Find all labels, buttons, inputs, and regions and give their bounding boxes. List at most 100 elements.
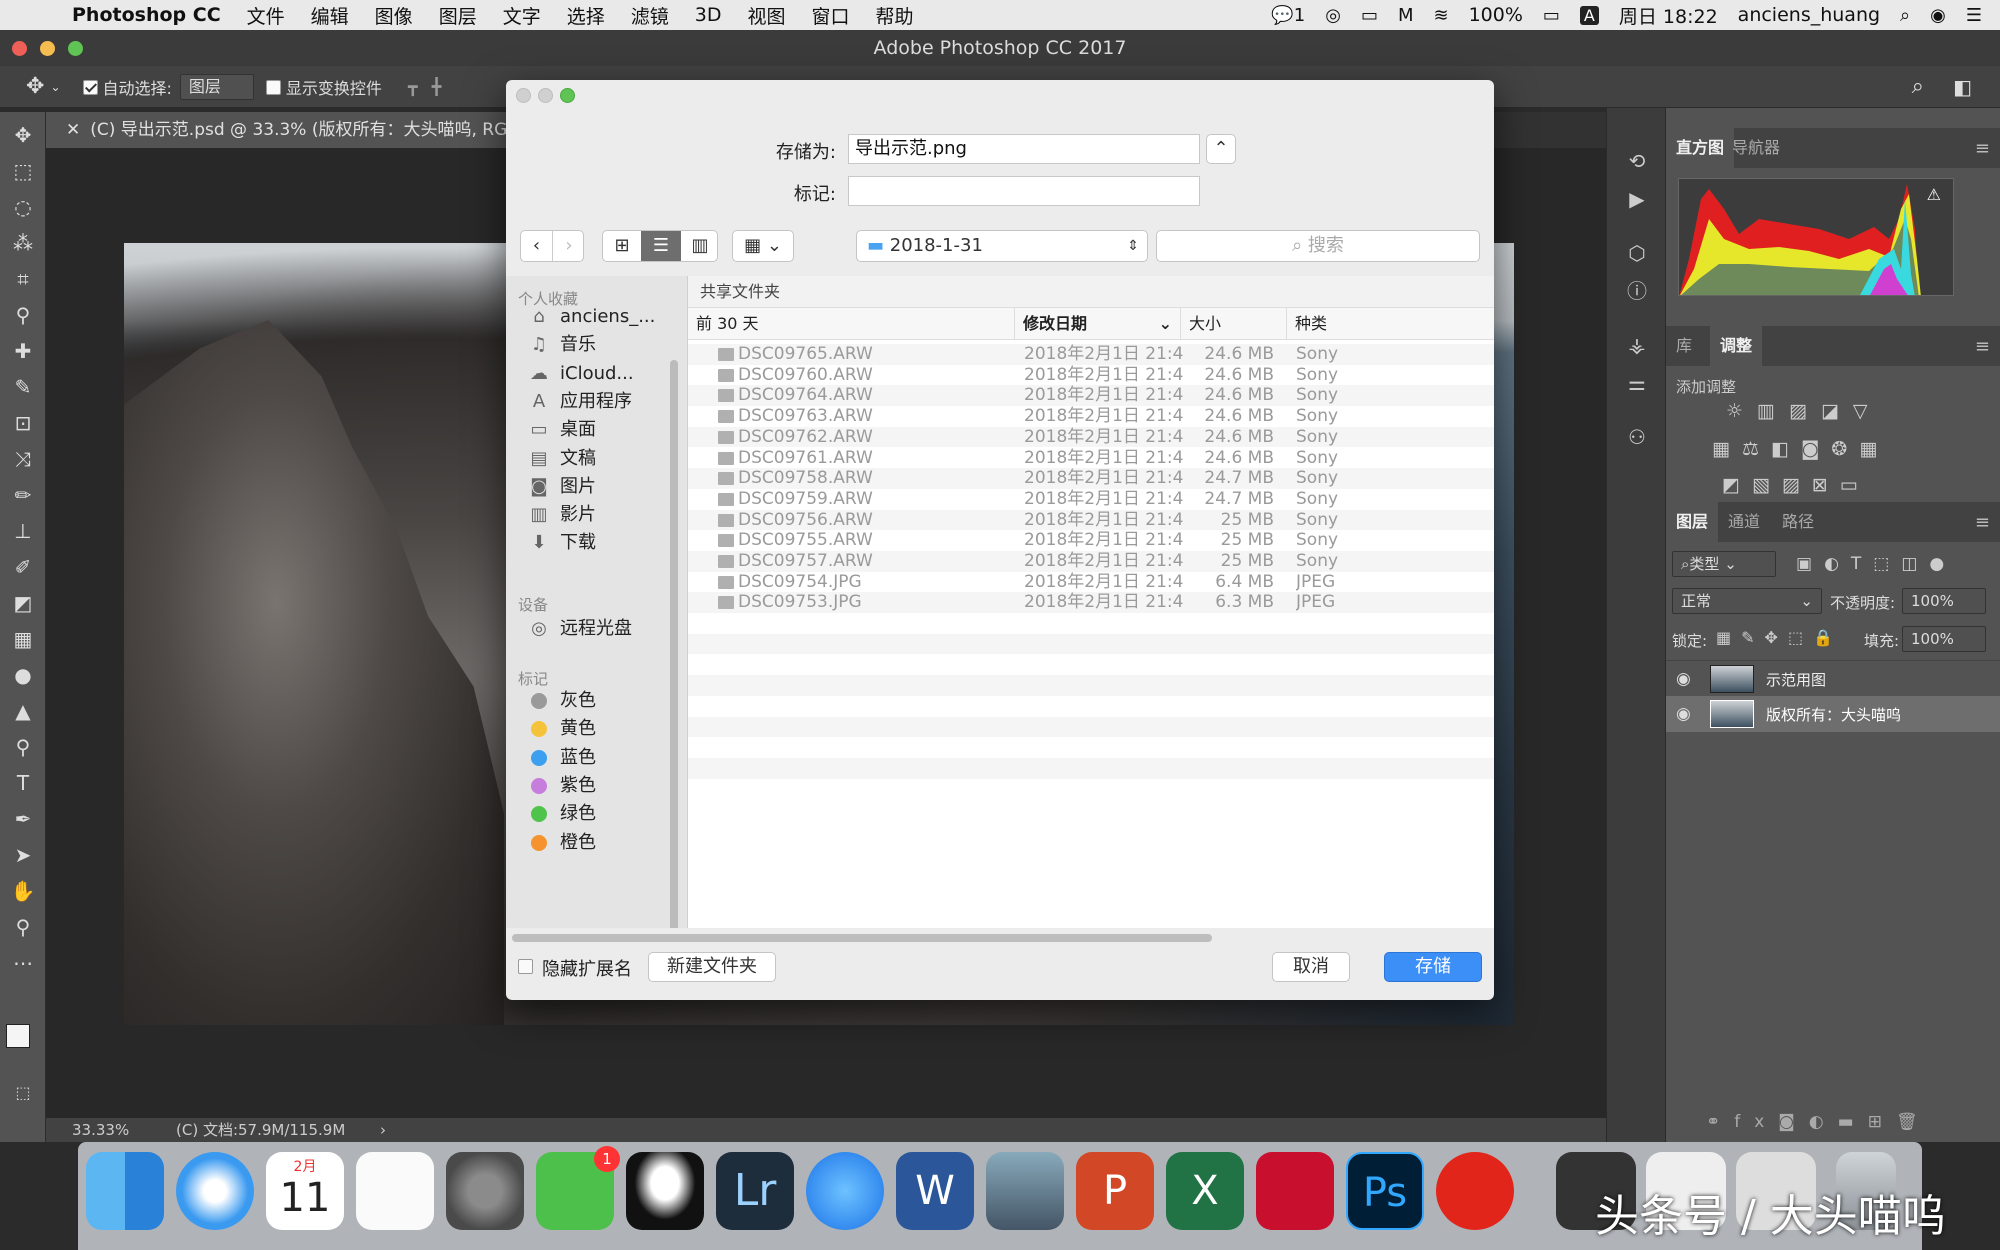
marquee-tool-icon[interactable]: ⬚: [8, 156, 38, 186]
battery-percent[interactable]: 100%: [1469, 4, 1523, 26]
layer-row[interactable]: ◉ 示范用图: [1666, 660, 2000, 696]
preview-icon[interactable]: [986, 1152, 1064, 1230]
panel-menu-icon[interactable]: ≡: [1975, 138, 1990, 159]
posterize-icon[interactable]: ▧: [1752, 474, 1782, 496]
file-row[interactable]: DSC09757.ARW 2018年2月1日 21:47 25 MB Sony: [688, 551, 1494, 572]
history-brush-tool-icon[interactable]: ⤨: [8, 444, 38, 474]
threshold-icon[interactable]: ▨: [1782, 474, 1812, 496]
type-filter-icon[interactable]: T: [1851, 554, 1873, 574]
eyedropper-tool-icon[interactable]: ⚲: [8, 300, 38, 330]
levels-icon[interactable]: ▥: [1757, 400, 1789, 422]
brush-tool-icon[interactable]: ✎: [8, 372, 38, 402]
column-view-icon[interactable]: ▥: [681, 231, 719, 261]
channel-mixer-icon[interactable]: ❂: [1831, 438, 1859, 460]
gradient-tool-icon[interactable]: ▦: [8, 624, 38, 654]
menu-select[interactable]: 选择: [567, 2, 605, 29]
layer-name[interactable]: 版权所有：大头喵呜: [1766, 704, 1901, 725]
zoom-level[interactable]: 33.33%: [72, 1118, 129, 1142]
wifi-icon[interactable]: ≋: [1433, 5, 1448, 26]
sharpen-tool-icon[interactable]: ▲: [8, 696, 38, 726]
selective-color-icon[interactable]: ⊠: [1812, 474, 1840, 496]
minimize-window-button[interactable]: [40, 41, 55, 56]
color-balance-icon[interactable]: ⚖: [1742, 438, 1771, 460]
healing-brush-tool-icon[interactable]: ✚: [8, 336, 38, 366]
folder-icon[interactable]: ▬: [1838, 1112, 1868, 1132]
tab-channels[interactable]: 通道: [1718, 502, 1770, 542]
dodge-tool-icon[interactable]: ⚲: [8, 732, 38, 762]
invert-icon[interactable]: ◩: [1722, 474, 1752, 496]
dialog-close-button[interactable]: [516, 88, 531, 103]
lock-pixels-icon[interactable]: ✎: [1741, 628, 1764, 647]
more-tools-icon[interactable]: ⋯: [8, 948, 38, 978]
wechat-status-icon[interactable]: 💬1: [1271, 5, 1305, 26]
menu-window[interactable]: 窗口: [811, 2, 849, 29]
3d-panel-icon[interactable]: ⬡: [1622, 238, 1652, 268]
excel-icon[interactable]: X: [1166, 1152, 1244, 1230]
spotlight-icon[interactable]: ⌕: [1900, 5, 1910, 26]
zoom-window-button[interactable]: [68, 41, 83, 56]
glyphs-panel-icon[interactable]: ⚇: [1622, 422, 1652, 452]
auto-select-dropdown[interactable]: 图层: [179, 73, 254, 100]
back-icon[interactable]: ‹: [521, 231, 553, 261]
blend-mode-dropdown[interactable]: 正常 ⌄: [1672, 588, 1822, 614]
crop-tool-icon[interactable]: ⌗: [8, 264, 38, 294]
system-preferences-icon[interactable]: [446, 1152, 524, 1230]
file-row[interactable]: DSC09756.ARW 2018年2月1日 21:47 25 MB Sony: [688, 509, 1494, 531]
hide-extension-checkbox[interactable]: [518, 956, 538, 976]
trash-icon[interactable]: 🗑: [1896, 1112, 1932, 1132]
file-row[interactable]: DSC09763.ARW 2018年2月1日 21:48 24.6 MB Sony: [688, 406, 1494, 427]
save-as-input[interactable]: 导出示范.png: [848, 134, 1200, 164]
path-selection-tool-icon[interactable]: ➤: [8, 840, 38, 870]
netease-music-icon[interactable]: [1436, 1152, 1514, 1230]
close-window-button[interactable]: [12, 41, 27, 56]
menu-layer[interactable]: 图层: [439, 2, 477, 29]
pencil-tool-icon[interactable]: ✏: [8, 480, 38, 510]
exposure-icon[interactable]: ◪: [1821, 400, 1853, 422]
eraser-tool-icon[interactable]: ◩: [8, 588, 38, 618]
menu-file[interactable]: 文件: [247, 2, 285, 29]
fx-icon[interactable]: fx: [1734, 1112, 1778, 1132]
curves-icon[interactable]: ▨: [1789, 400, 1821, 422]
lock-artboard-icon[interactable]: ⬚: [1788, 628, 1813, 647]
tab-paths[interactable]: 路径: [1772, 502, 1824, 542]
document-tab[interactable]: ✕ (C) 导出示范.psd @ 33.3% (版权所有：大头喵呜, RGB/: [46, 112, 506, 148]
filter-toggle-icon[interactable]: ●: [1929, 554, 1956, 574]
layer-filter-dropdown[interactable]: ⌕类型 ⌄: [1672, 551, 1776, 577]
reminders-icon[interactable]: [356, 1152, 434, 1230]
creative-cloud-icon[interactable]: ◎: [1325, 5, 1341, 26]
panel-menu-icon[interactable]: ≡: [1975, 336, 1990, 357]
vibrance-icon[interactable]: ▽: [1853, 400, 1882, 422]
menu-type[interactable]: 文字: [503, 2, 541, 29]
menu-edit[interactable]: 编辑: [311, 2, 349, 29]
align-middle-icon[interactable]: ╋: [432, 77, 442, 96]
move-tool-icon[interactable]: ✥: [26, 74, 44, 99]
word-icon[interactable]: W: [896, 1152, 974, 1230]
layer-row-selected[interactable]: ◉ 版权所有：大头喵呜: [1666, 696, 2000, 732]
column-kind[interactable]: 种类: [1286, 308, 1494, 340]
new-folder-button[interactable]: 新建文件夹: [648, 952, 776, 982]
properties-panel-icon[interactable]: ⚌: [1622, 368, 1652, 398]
menu-image[interactable]: 图像: [375, 2, 413, 29]
show-transform-checkbox[interactable]: [265, 77, 286, 96]
hand-tool-icon[interactable]: ✋: [8, 876, 38, 906]
autocad-icon[interactable]: [1256, 1152, 1334, 1230]
art-brush-tool-icon[interactable]: ✐: [8, 552, 38, 582]
shape-filter-icon[interactable]: ⬚: [1873, 554, 1901, 574]
adjustment-filter-icon[interactable]: ◐: [1824, 554, 1851, 574]
quick-mask-icon[interactable]: ⬚: [8, 1078, 38, 1108]
hue-saturation-icon[interactable]: ▦: [1712, 438, 1742, 460]
visibility-eye-icon[interactable]: ◉: [1676, 704, 1691, 724]
move-tool-icon[interactable]: ✥: [8, 120, 38, 150]
file-row[interactable]: DSC09758.ARW 2018年2月1日 21:48 24.7 MB Sony: [688, 468, 1494, 489]
list-view-icon[interactable]: ☰: [641, 231, 681, 261]
file-row[interactable]: DSC09764.ARW 2018年2月1日 21:49 24.6 MB Sony: [688, 385, 1494, 407]
sidebar-item-remote-disc[interactable]: ◎ 远程光盘: [526, 612, 632, 646]
status-menu-arrow-icon[interactable]: ›: [380, 1118, 386, 1142]
adjustment-layer-icon[interactable]: ◐: [1809, 1112, 1838, 1132]
column-date-modified[interactable]: 修改日期 ⌄: [1014, 308, 1180, 340]
search-icon[interactable]: ⌕: [1912, 74, 1924, 99]
smart-object-filter-icon[interactable]: ◫: [1901, 554, 1929, 574]
siri-icon[interactable]: ◉: [1930, 5, 1946, 26]
file-row[interactable]: DSC09755.ARW 2018年2月1日 21:47 25 MB Sony: [688, 530, 1494, 551]
file-row[interactable]: DSC09754.JPG 2018年2月1日 21:46 6.4 MB JPEG: [688, 571, 1494, 593]
